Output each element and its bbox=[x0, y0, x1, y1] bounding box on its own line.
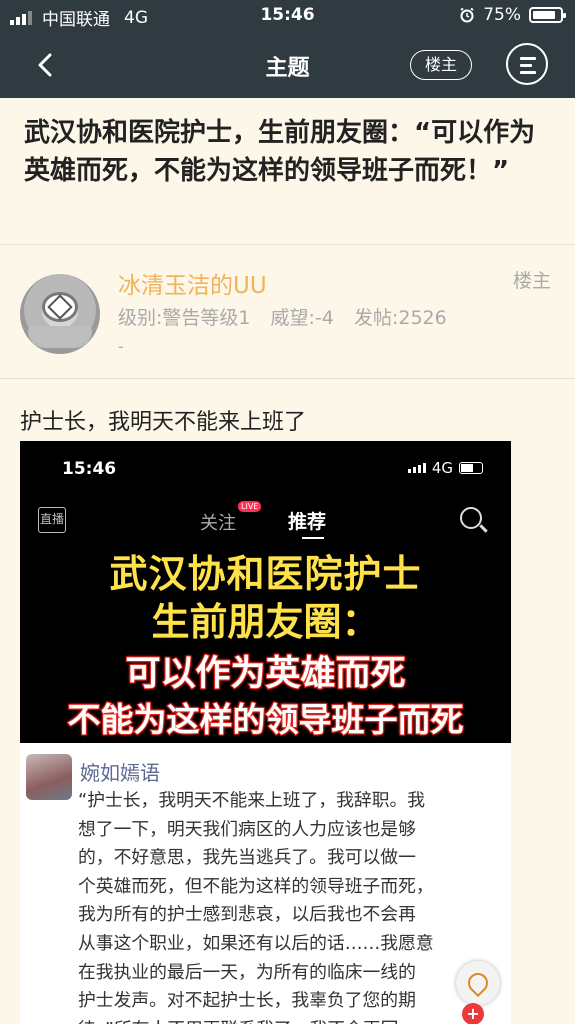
post-image[interactable]: 15:46 4G 直播 关注 LIVE 推荐 武汉协和医院护士 生前朋友圈： 可… bbox=[20, 441, 511, 1024]
image-headline-1: 武汉协和医院护士 bbox=[109, 552, 422, 596]
live-tv-icon: 直播 bbox=[38, 507, 66, 533]
image-user-name: 婉如嫣语 bbox=[80, 761, 160, 785]
paragraph-line: 在我执业的最后一天，为所有的临床一线的 bbox=[78, 961, 416, 983]
only-op-button[interactable]: 楼主 bbox=[410, 50, 472, 80]
back-icon[interactable] bbox=[30, 48, 64, 82]
live-badge: LIVE bbox=[238, 501, 262, 512]
paragraph-line: 从事这个职业，如果还有以后的话……我愿意 bbox=[78, 932, 434, 954]
paragraph-line: 护士发声。对不起护士长，我辜负了您的期 bbox=[78, 990, 416, 1012]
post-text: 护士长，我明天不能来上班了 bbox=[20, 410, 307, 435]
image-headline-3: 可以作为英雄而死 bbox=[124, 653, 406, 695]
paragraph-line: 想了一下，明天我们病区的人力应该也是够 bbox=[78, 818, 416, 840]
divider bbox=[0, 378, 575, 379]
image-user-avatar bbox=[26, 754, 72, 800]
image-signal-icon bbox=[407, 463, 426, 473]
menu-button[interactable] bbox=[506, 43, 548, 85]
paragraph-line: 待。”所有人不用再联系我了，我不会再回 bbox=[78, 1016, 510, 1024]
author-avatar[interactable] bbox=[20, 274, 100, 354]
battery-icon bbox=[529, 7, 566, 23]
image-search-icon bbox=[460, 507, 482, 529]
divider bbox=[0, 244, 575, 245]
floating-compass-icon[interactable] bbox=[456, 961, 500, 1005]
author-name[interactable]: 冰清玉洁的UU bbox=[118, 266, 267, 300]
image-battery-icon bbox=[459, 462, 483, 474]
alarm-icon bbox=[460, 7, 474, 23]
paragraph-line: 个英雄而死，但不能为这样的领导班子而死， bbox=[78, 875, 434, 897]
article-title: 武汉协和医院护士，生前朋友圈：“可以作为英雄而死，不能为这样的领导班子而死！” bbox=[24, 118, 536, 186]
tab-underline bbox=[302, 537, 324, 539]
paragraph-line: 的，不好意思，我先当逃兵了。我可以做一 bbox=[78, 847, 416, 869]
battery-percent: 75% bbox=[483, 5, 521, 25]
page-title: 主题 bbox=[265, 56, 310, 81]
image-follow-tab: 关注 bbox=[200, 513, 236, 534]
author-extra: - bbox=[118, 337, 124, 356]
op-badge: 楼主 bbox=[512, 270, 551, 292]
image-clock: 15:46 bbox=[62, 459, 117, 479]
image-network: 4G bbox=[431, 459, 453, 477]
image-headline-2: 生前朋友圈： bbox=[151, 600, 380, 644]
status-bar: 中国联通 4G 15:46 75% bbox=[0, 0, 575, 32]
nav-bar: 主题 楼主 bbox=[0, 32, 575, 98]
image-status: 4G bbox=[407, 459, 483, 477]
author-prestige: 威望:-4 bbox=[270, 307, 334, 329]
image-paragraph: “护士长，我明天不能来上班了，我辞职。我 想了一下，明天我们病区的人力应该也是够… bbox=[78, 787, 510, 1024]
image-recommend-tab: 推荐 bbox=[288, 511, 327, 533]
paragraph-line: “护士长，我明天不能来上班了，我辞职。我 bbox=[78, 790, 426, 811]
author-posts: 发帖:2526 bbox=[353, 307, 447, 329]
author-level: 级别:警告等级1 bbox=[118, 307, 251, 329]
image-headline-4: 不能为这样的领导班子而死 bbox=[67, 699, 465, 740]
plus-button[interactable]: + bbox=[462, 1003, 484, 1024]
menu-icon bbox=[520, 57, 536, 60]
paragraph-line: 我为所有的护士感到悲哀，以后我也不会再 bbox=[78, 904, 416, 926]
author-meta: 级别:警告等级1 威望:-4 发帖:2526 bbox=[118, 303, 461, 330]
